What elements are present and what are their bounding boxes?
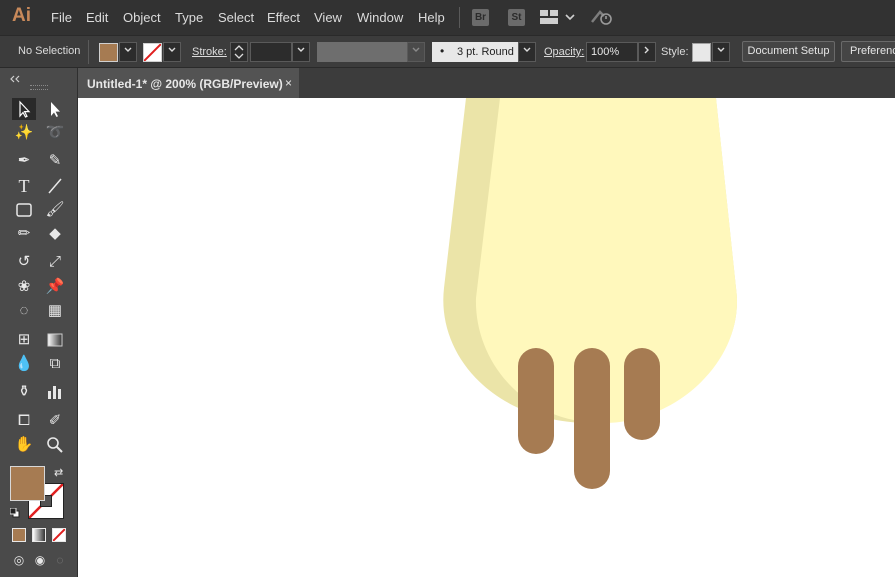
variable-width-profile[interactable] — [317, 42, 407, 62]
chevron-down-icon[interactable] — [565, 10, 575, 22]
gradient-tool-icon[interactable] — [43, 329, 67, 351]
warp-tool-icon[interactable]: ❀ — [12, 276, 36, 298]
tools-panel: ✨ ➰ ✒ ✎ T 🖌 ✏ ◆ ↺ ⤢ ❀ 📌 ◌ ▦ ⊞ 💧 ⧉ ⚱ ⧠ ✐ … — [0, 68, 78, 577]
menu-file[interactable]: File — [51, 10, 72, 25]
default-colors-icon[interactable] — [9, 505, 20, 518]
artboard-canvas[interactable] — [78, 98, 895, 577]
variable-width-dropdown[interactable] — [407, 42, 425, 62]
control-bar: No Selection Stroke: • 3 pt. Round Opaci… — [0, 35, 895, 68]
workspace-layout-icon[interactable] — [540, 10, 558, 24]
control-divider — [88, 40, 89, 64]
magic-wand-icon[interactable]: ✨ — [12, 122, 36, 144]
rectangle-tool-icon[interactable] — [12, 199, 36, 221]
menu-object[interactable]: Object — [123, 10, 161, 25]
stock-button[interactable]: St — [508, 9, 525, 26]
panel-grip[interactable] — [30, 85, 48, 90]
brush-definition-field[interactable]: • 3 pt. Round — [432, 42, 518, 62]
style-dropdown[interactable] — [712, 42, 730, 62]
selection-tool-icon[interactable] — [12, 98, 36, 120]
shape-builder-icon[interactable]: ◌ — [12, 300, 36, 322]
opacity-arrow[interactable] — [638, 42, 656, 62]
stroke-color-swatch[interactable] — [143, 43, 162, 62]
brush-dot-icon: • — [440, 44, 445, 58]
menu-help[interactable]: Help — [418, 10, 445, 25]
stroke-dropdown[interactable] — [163, 42, 181, 62]
artboard-tool-icon[interactable]: ⧠ — [12, 410, 36, 432]
scale-tool-icon[interactable]: ⤢ — [43, 251, 67, 273]
filament-left[interactable] — [518, 348, 554, 454]
filament-center[interactable] — [574, 348, 610, 489]
brush-dropdown[interactable] — [518, 42, 536, 62]
perspective-grid-icon[interactable]: ▦ — [43, 300, 67, 322]
none-mode-button[interactable] — [52, 528, 66, 542]
opacity-field[interactable]: 100% — [586, 42, 638, 62]
document-setup-button[interactable]: Document Setup — [742, 41, 835, 62]
menu-type[interactable]: Type — [175, 10, 203, 25]
gradient-mode-button[interactable] — [32, 528, 46, 542]
swap-colors-icon[interactable]: ⇄ — [54, 466, 66, 479]
close-icon[interactable]: × — [285, 76, 292, 90]
menu-edit[interactable]: Edit — [86, 10, 108, 25]
menu-select[interactable]: Select — [218, 10, 254, 25]
line-tool-icon[interactable] — [43, 175, 67, 197]
draw-inside-icon[interactable]: ◌ — [50, 549, 70, 571]
draw-behind-icon[interactable]: ◉ — [30, 549, 50, 571]
type-tool-icon[interactable]: T — [12, 175, 36, 197]
slice-tool-icon[interactable]: ✐ — [43, 410, 67, 432]
app-logo: Ai — [12, 5, 31, 26]
stroke-label[interactable]: Stroke: — [192, 46, 227, 58]
lasso-icon[interactable]: ➰ — [43, 122, 67, 144]
paintbrush-icon[interactable]: 🖌 — [43, 199, 67, 221]
preferences-button[interactable]: Preferences — [841, 41, 895, 62]
puppet-warp-icon[interactable]: 📌 — [43, 276, 67, 298]
menu-effect[interactable]: Effect — [267, 10, 300, 25]
blend-tool-icon[interactable]: ⧉ — [43, 353, 67, 375]
menu-bar: Ai File Edit Object Type Select Effect V… — [0, 0, 895, 35]
collapse-panel-icon[interactable] — [9, 70, 21, 83]
hand-tool-icon[interactable]: ✋ — [12, 434, 36, 456]
stroke-weight-field[interactable] — [250, 42, 292, 62]
pen-tool-icon[interactable]: ✒ — [12, 150, 36, 172]
color-mode-button[interactable] — [12, 528, 26, 542]
document-tab-title: Untitled-1* @ 200% (RGB/Preview) — [87, 77, 283, 91]
fill-dropdown[interactable] — [119, 42, 137, 62]
document-tab-bar: Untitled-1* @ 200% (RGB/Preview) × — [78, 68, 895, 98]
menu-view[interactable]: View — [314, 10, 342, 25]
bridge-button[interactable]: Br — [472, 9, 489, 26]
document-tab[interactable]: Untitled-1* @ 200% (RGB/Preview) × — [78, 68, 299, 98]
symbol-sprayer-icon[interactable]: ⚱ — [12, 381, 36, 403]
selection-status: No Selection — [18, 45, 81, 57]
opacity-value: 100% — [591, 46, 620, 58]
column-graph-icon[interactable] — [43, 381, 67, 403]
brush-definition-value: 3 pt. Round — [457, 46, 514, 58]
gpu-performance-icon[interactable] — [590, 8, 614, 26]
zoom-icon[interactable] — [43, 434, 67, 456]
shaper-tool-icon[interactable]: ✏ — [12, 223, 36, 245]
fill-color-box[interactable] — [10, 466, 45, 501]
direct-selection-tool-icon[interactable] — [43, 98, 67, 120]
draw-normal-icon[interactable]: ◎ — [9, 549, 29, 571]
stroke-weight-stepper[interactable] — [230, 42, 248, 62]
rotate-tool-icon[interactable]: ↺ — [12, 251, 36, 273]
opacity-label[interactable]: Opacity: — [544, 46, 584, 58]
eyedropper-icon[interactable]: 💧 — [12, 353, 36, 375]
artwork — [443, 98, 737, 489]
mesh-tool-icon[interactable]: ⊞ — [12, 329, 36, 351]
filament-right[interactable] — [624, 348, 660, 440]
eraser-icon[interactable]: ◆ — [43, 223, 67, 245]
style-label: Style: — [661, 46, 689, 58]
menu-divider — [459, 7, 460, 28]
stroke-weight-dropdown[interactable] — [292, 42, 310, 62]
menu-window[interactable]: Window — [357, 10, 403, 25]
curvature-tool-icon[interactable]: ✎ — [43, 150, 67, 172]
graphic-style-swatch[interactable] — [692, 43, 711, 62]
fill-color-swatch[interactable] — [99, 43, 118, 62]
